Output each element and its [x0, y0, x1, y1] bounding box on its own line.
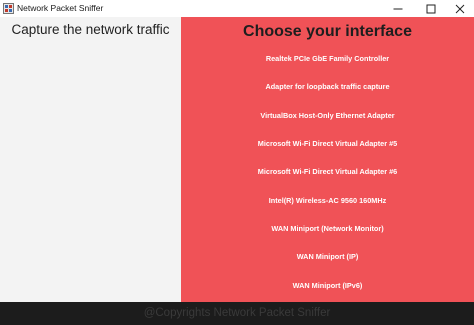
interface-panel: Choose your interface Realtek PCIe GbE F…: [181, 17, 474, 302]
minimize-icon: [393, 8, 403, 9]
interface-button-virtualbox[interactable]: VirtualBox Host-Only Ethernet Adapter: [181, 107, 474, 125]
interface-button-wan-ip[interactable]: WAN Miniport (IP): [181, 248, 474, 266]
footer-copyright: @Copyrights Network Packet Sniffer: [0, 302, 474, 325]
window-title: Network Packet Sniffer: [17, 3, 104, 13]
interface-button-intel-wireless[interactable]: Intel(R) Wireless-AC 9560 160MHz: [181, 192, 474, 210]
left-panel: Capture the network traffic: [0, 17, 181, 302]
interface-button-loopback[interactable]: Adapter for loopback traffic capture: [181, 78, 474, 96]
title-bar: Network Packet Sniffer: [0, 0, 474, 17]
interface-button-wifi-direct-6[interactable]: Microsoft Wi-Fi Direct Virtual Adapter #…: [181, 163, 474, 181]
interface-button-realtek[interactable]: Realtek PCIe GbE Family Controller: [181, 50, 474, 68]
capture-heading: Capture the network traffic: [11, 22, 170, 37]
close-button[interactable]: [446, 0, 474, 17]
app-icon: [3, 3, 14, 14]
maximize-icon: [426, 4, 436, 13]
interface-button-wifi-direct-5[interactable]: Microsoft Wi-Fi Direct Virtual Adapter #…: [181, 135, 474, 153]
minimize-button[interactable]: [384, 0, 412, 17]
interface-button-wan-ipv6[interactable]: WAN Miniport (IPv6): [181, 277, 474, 295]
maximize-button[interactable]: [417, 0, 445, 17]
interface-button-wan-network-monitor[interactable]: WAN Miniport (Network Monitor): [181, 220, 474, 238]
choose-interface-heading: Choose your interface: [243, 23, 412, 40]
close-icon: [455, 4, 465, 13]
